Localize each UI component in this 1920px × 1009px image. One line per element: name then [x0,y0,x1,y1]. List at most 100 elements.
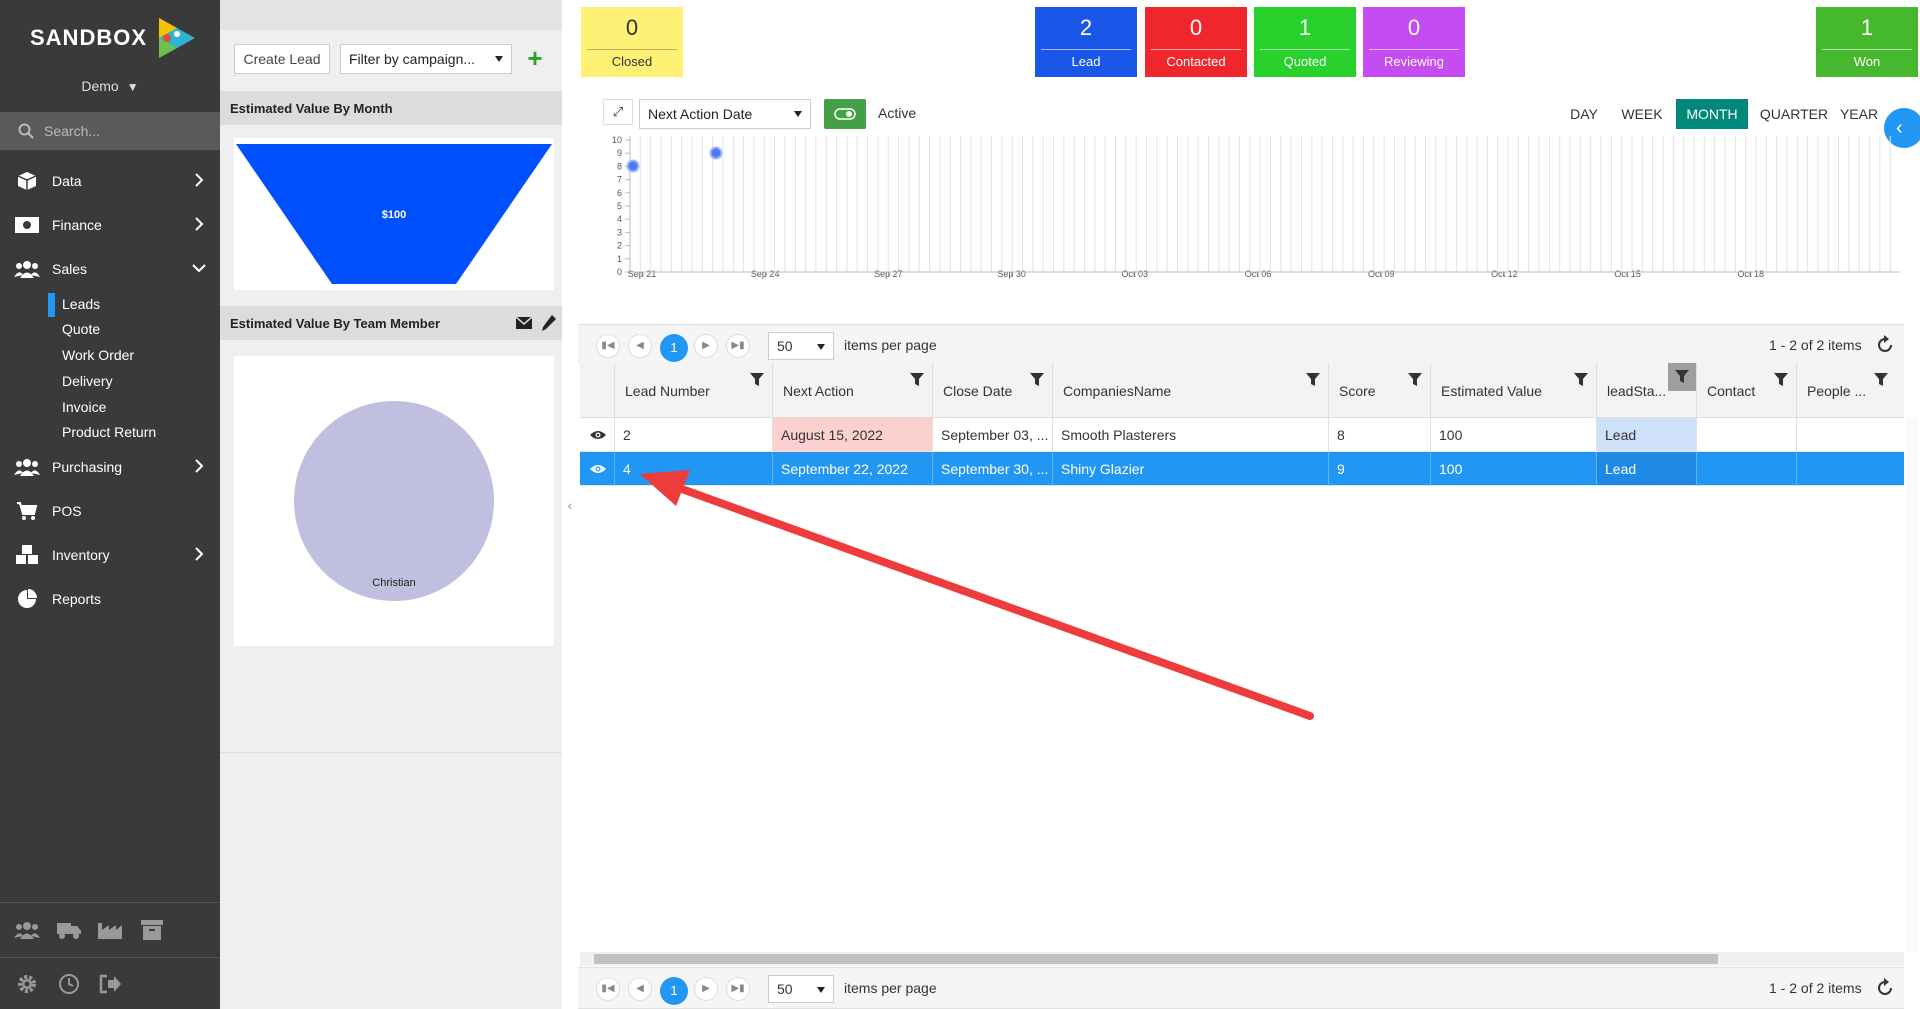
stat-tile-closed[interactable]: 0 Closed [581,7,683,77]
eye-icon[interactable] [590,430,606,440]
view-cell[interactable] [580,418,614,452]
col-lead-number[interactable]: Lead Number [614,363,772,418]
filter-icon[interactable] [750,373,764,387]
divider [0,902,220,903]
nav-label: Sales [52,261,88,277]
range-month[interactable]: MONTH [1676,99,1748,129]
prev-page-icon[interactable]: ◀ [628,334,652,358]
sub-item-invoice[interactable]: Invoice [62,396,106,418]
search-input[interactable]: Search... [0,112,220,150]
col-people[interactable]: People ... [1796,363,1896,418]
filter-icon[interactable] [1574,373,1588,387]
col-score[interactable]: Score [1328,363,1430,418]
nav-purchasing[interactable]: Purchasing [0,447,220,487]
x-tick-label: Oct 18 [1738,269,1765,279]
filter-icon[interactable] [1774,373,1788,387]
col-companies-name[interactable]: CompaniesName [1052,363,1328,418]
sub-item-leads[interactable]: Leads [62,293,100,315]
funnel-chart: $100 [236,144,552,284]
refresh-icon[interactable] [1874,334,1896,356]
sub-item-work-order[interactable]: Work Order [62,344,134,366]
prev-page-icon[interactable]: ◀ [628,977,652,1001]
active-filter[interactable] [1668,363,1696,391]
truck-icon[interactable] [55,917,83,943]
refresh-icon[interactable] [1874,977,1896,999]
timeline-point[interactable] [709,146,723,160]
last-page-icon[interactable]: ▶▮ [726,977,750,1001]
first-page-icon[interactable]: ▮◀ [596,977,620,1001]
stat-label: Contacted [1166,54,1226,69]
clock-icon[interactable] [55,971,83,997]
filter-icon[interactable] [1874,373,1888,387]
gear-icon[interactable] [13,971,41,997]
search-icon [18,123,34,139]
range-day[interactable]: DAY [1564,99,1604,129]
range-week[interactable]: WEEK [1618,99,1666,129]
main-content: 0 Closed 2 Lead 0 Contacted 1 Quoted 0 Review… [578,0,1920,1009]
create-lead-button[interactable]: Create Lead [234,44,330,74]
next-page-icon[interactable]: ▶ [694,977,718,1001]
x-tick-label: Sep 27 [874,269,903,279]
col-contact[interactable]: Contact [1696,363,1796,418]
nav-finance[interactable]: Finance [0,205,220,245]
table-row-selected[interactable]: 4 September 22, 2022 September 30, ... S… [580,452,1904,486]
nav-pos[interactable]: POS [0,491,220,531]
chevron-left-icon[interactable]: ‹ [562,497,578,517]
stat-tile-quoted[interactable]: 1 Quoted [1254,7,1356,77]
chevron-right-icon [195,173,204,187]
next-page-icon[interactable]: ▶ [694,334,718,358]
table-row[interactable]: 2 August 15, 2022 September 03, ... Smoo… [580,418,1904,452]
scrollbar-thumb[interactable] [594,954,1718,964]
pencil-icon[interactable] [542,315,556,331]
add-icon[interactable]: + [522,44,548,74]
logout-icon[interactable] [96,971,124,997]
expand-icon[interactable]: ⤢ [603,99,633,125]
date-field-select[interactable]: Next Action Date [639,99,811,129]
active-toggle[interactable] [824,99,866,129]
nav-sales[interactable]: Sales [0,249,220,289]
archive-icon[interactable] [138,917,166,943]
stat-tile-contacted[interactable]: 0 Contacted [1145,7,1247,77]
nav-inventory[interactable]: Inventory [0,535,220,575]
filter-icon[interactable] [1030,373,1044,387]
email-icon[interactable] [516,317,532,329]
range-year[interactable]: YEAR [1838,99,1880,129]
search-placeholder: Search... [44,123,101,139]
sub-item-product-return[interactable]: Product Return [62,421,156,443]
col-estimated-value[interactable]: Estimated Value [1430,363,1596,418]
range-quarter[interactable]: QUARTER [1758,99,1830,129]
eye-icon[interactable] [590,464,606,474]
stat-tile-won[interactable]: 1 Won [1816,7,1918,77]
users-icon[interactable] [13,917,41,943]
nav-reports[interactable]: Reports [0,579,220,619]
page-size-select[interactable]: 50 [768,332,834,360]
view-cell[interactable] [580,452,614,486]
sub-item-delivery[interactable]: Delivery [62,370,113,392]
timeline-chart: 0 1 2 3 4 5 6 7 8 9 10 Sep 21 Sep 24 Sep 27 Sep 30 Oct… [612,136,1900,279]
sub-item-quote[interactable]: Quote [62,318,100,340]
stat-tile-reviewing[interactable]: 0 Reviewing [1363,7,1465,77]
first-page-icon[interactable]: ▮◀ [596,334,620,358]
col-close-date[interactable]: Close Date [932,363,1052,418]
logo[interactable]: SANDBOX [30,14,199,62]
vertical-scrollbar[interactable] [1906,418,1918,952]
nav-data[interactable]: Data [0,161,220,201]
filter-icon[interactable] [910,373,924,387]
page-size-select[interactable]: 50 [768,975,834,1003]
col-next-action[interactable]: Next Action [772,363,932,418]
timeline-point[interactable] [626,159,640,173]
horizontal-scrollbar[interactable] [580,952,1904,966]
col-lead-status[interactable]: leadSta... [1596,363,1696,418]
stat-tile-lead[interactable]: 2 Lead [1035,7,1137,77]
campaign-filter-select[interactable]: Filter by campaign... [340,44,512,74]
sidebar: SANDBOX Demo ▼ Search... Data Finance Sal… [0,0,220,1009]
last-page-icon[interactable]: ▶▮ [726,334,750,358]
filter-icon[interactable] [1306,373,1320,387]
filter-icon[interactable] [1408,373,1422,387]
factory-icon[interactable] [96,917,124,943]
pie-slice [294,401,494,601]
current-page[interactable]: 1 [660,334,688,362]
environment-selector[interactable]: Demo ▼ [0,78,220,94]
col-label: Score [1339,383,1376,399]
current-page[interactable]: 1 [660,977,688,1005]
